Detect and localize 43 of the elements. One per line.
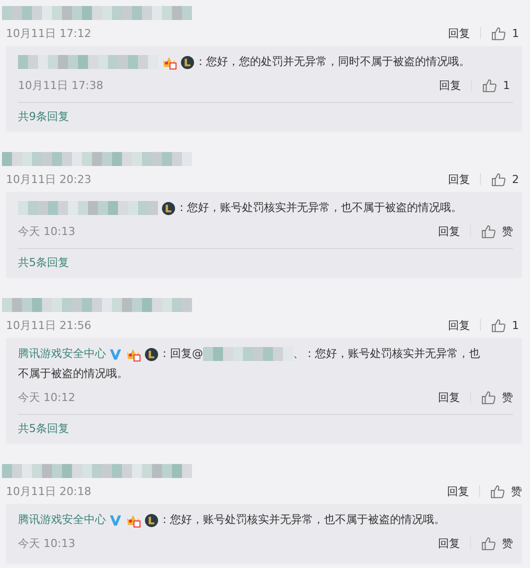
reply-author[interactable]: 腾讯游戏安全中心	[18, 344, 106, 364]
reply-link[interactable]: 回复	[439, 78, 461, 92]
like-count[interactable]: 赞	[511, 484, 522, 498]
reply-text: ：您好，您的处罚并无异常，同时不属于被盗的情况哦。	[195, 54, 470, 70]
reply-time: 今天 10:12	[18, 390, 76, 404]
reply-text: 、：您好，账号处罚核实并无异常，也	[293, 346, 480, 362]
reply-count-link[interactable]: 共5条回复	[18, 422, 69, 435]
reply-author[interactable]: 腾讯游戏安全中心	[18, 510, 106, 530]
thumbs-up-icon[interactable]	[491, 318, 506, 332]
reply-count-link[interactable]: 共5条回复	[18, 256, 69, 269]
reply-link[interactable]: 回复	[438, 390, 460, 404]
reply-time: 今天 10:13	[18, 224, 76, 238]
comment-time: 10月11日 21:56	[6, 318, 92, 332]
like-count[interactable]: 1	[512, 318, 522, 332]
thumbs-up-icon[interactable]	[481, 224, 496, 238]
reply-text: 不属于被盗的情况哦。	[18, 366, 128, 382]
comment-time: 10月11日 20:23	[6, 172, 92, 186]
thumbs-up-icon[interactable]	[491, 26, 506, 40]
reply-link[interactable]: 回复	[438, 536, 460, 550]
reply-time: 10月11日 17:38	[18, 78, 104, 92]
like-count[interactable]: 赞	[502, 536, 513, 550]
reply-link[interactable]: 回复	[447, 484, 469, 498]
thumbs-up-icon[interactable]	[490, 484, 505, 498]
thumbs-up-icon[interactable]	[481, 390, 496, 404]
thumbs-up-icon[interactable]	[482, 78, 497, 92]
reply-link[interactable]: 回复	[448, 26, 470, 40]
like-count[interactable]: 1	[512, 26, 522, 40]
reply-link[interactable]: 回复	[438, 224, 460, 238]
reply-text: ：回复@	[159, 346, 203, 362]
like-count[interactable]: 2	[512, 172, 522, 186]
like-count[interactable]: 赞	[502, 390, 513, 404]
reply-text: ：您好，账号处罚核实并无异常，也不属于被盗的情况哦。	[159, 512, 445, 528]
like-count[interactable]: 1	[503, 78, 513, 92]
reply-link[interactable]: 回复	[448, 318, 470, 332]
thumbs-up-icon[interactable]	[481, 536, 496, 550]
thumbs-up-icon[interactable]	[491, 172, 506, 186]
comment-time: 10月11日 17:12	[6, 26, 92, 40]
comment-time: 10月11日 20:18	[6, 484, 92, 498]
reply-text: ：您好，账号处罚核实并无异常，也不属于被盗的情况哦。	[176, 200, 462, 216]
reply-time: 今天 10:13	[18, 536, 76, 550]
like-count[interactable]: 赞	[502, 224, 513, 238]
reply-count-link[interactable]: 共9条回复	[18, 110, 69, 123]
reply-link[interactable]: 回复	[448, 172, 470, 186]
